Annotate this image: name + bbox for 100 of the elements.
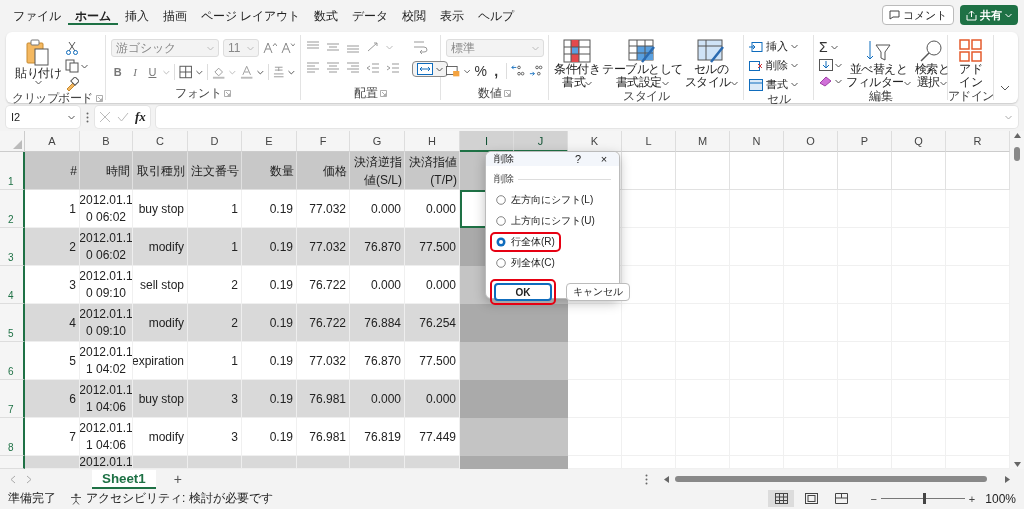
- column-header[interactable]: H: [405, 131, 460, 152]
- zoom-level[interactable]: 100%: [985, 491, 1016, 506]
- share-icon[interactable]: [966, 9, 977, 21]
- format-painter-icon[interactable]: [65, 77, 79, 91]
- column-header[interactable]: R: [946, 131, 1010, 152]
- scroll-down-icon[interactable]: [1013, 462, 1021, 467]
- table-format-button[interactable]: テーブルとして 書式設定: [602, 39, 683, 89]
- formula-input[interactable]: [155, 106, 1018, 128]
- accounting-icon[interactable]: [446, 64, 461, 78]
- menu-tab[interactable]: 校閲: [395, 5, 434, 25]
- autosum-button[interactable]: Σ: [819, 39, 842, 55]
- menu-tab[interactable]: 表示: [433, 5, 472, 25]
- sheet-tab[interactable]: Sheet1: [92, 469, 156, 489]
- add-ins-icon[interactable]: [958, 39, 983, 63]
- column-header[interactable]: N: [730, 131, 784, 152]
- column-header[interactable]: Q: [892, 131, 946, 152]
- scroll-up-icon[interactable]: [1013, 133, 1021, 138]
- row-header[interactable]: 3: [0, 228, 25, 266]
- collapse-ribbon-icon[interactable]: [1000, 85, 1010, 91]
- dialog-launcher-icon[interactable]: [224, 89, 231, 97]
- scissors-icon[interactable]: [65, 41, 79, 55]
- copy-icon[interactable]: [65, 59, 79, 73]
- fill-color-icon[interactable]: [211, 65, 226, 79]
- clipboard-icon[interactable]: [26, 39, 50, 67]
- column-header[interactable]: M: [676, 131, 730, 152]
- help-button[interactable]: ?: [567, 153, 589, 165]
- menu-tab[interactable]: ページ レイアウト: [194, 5, 308, 25]
- cell-style-button[interactable]: セルの スタイル: [684, 39, 738, 89]
- menu-tab[interactable]: ファイル: [6, 5, 68, 25]
- paste-button[interactable]: 貼り付け: [15, 39, 61, 91]
- row-header[interactable]: 4: [0, 266, 25, 304]
- merge-icon[interactable]: [417, 63, 433, 75]
- table-format-icon[interactable]: [628, 39, 657, 63]
- scroll-left-icon[interactable]: [664, 475, 669, 483]
- sort-filter-button[interactable]: 並べ替えと フィルター: [846, 39, 911, 89]
- menu-tab[interactable]: 数式: [307, 5, 346, 25]
- menu-tab[interactable]: ホーム: [68, 5, 118, 25]
- normal-view-button[interactable]: [768, 490, 795, 507]
- accessibility-status[interactable]: アクセシビリティ: 検討が必要です: [86, 490, 273, 507]
- speech-bubble-icon[interactable]: [889, 10, 900, 20]
- menu-tab[interactable]: 挿入: [118, 5, 156, 25]
- format-cells-button[interactable]: 書式: [749, 77, 808, 92]
- row-header[interactable]: 8: [0, 418, 25, 456]
- dialog-button[interactable]: キャンセル: [566, 283, 630, 301]
- cell-style-icon[interactable]: [697, 39, 725, 63]
- row-header[interactable]: 6: [0, 342, 25, 380]
- zoom-out-button[interactable]: −: [870, 492, 877, 505]
- percent-button[interactable]: %: [474, 63, 487, 79]
- find-select-button[interactable]: 検索と 選択: [914, 39, 949, 89]
- radio-option[interactable]: 列全体(C): [490, 253, 561, 273]
- decrease-decimal-icon[interactable]: [528, 64, 543, 78]
- borders-icon[interactable]: [178, 65, 193, 79]
- insert-function-button[interactable]: fx: [135, 109, 146, 125]
- row-header[interactable]: 5: [0, 304, 25, 342]
- conditional-format-button[interactable]: 条件付き 書式: [554, 39, 600, 89]
- add-sheet-button[interactable]: +: [173, 471, 182, 487]
- wrap-text-icon[interactable]: [412, 39, 428, 55]
- font-color-icon[interactable]: [239, 65, 254, 79]
- search-icon[interactable]: [918, 39, 945, 63]
- radio-option[interactable]: 上方向にシフト(U): [490, 211, 601, 231]
- column-header[interactable]: A: [25, 131, 80, 152]
- column-header[interactable]: G: [350, 131, 405, 152]
- name-box[interactable]: I2: [6, 106, 80, 128]
- column-header[interactable]: L: [622, 131, 676, 152]
- close-button[interactable]: ×: [593, 153, 615, 165]
- column-header[interactable]: J: [514, 131, 568, 152]
- menu-tab[interactable]: データ: [345, 5, 396, 25]
- sort-filter-icon[interactable]: [865, 39, 892, 63]
- menu-tab[interactable]: ヘルプ: [471, 5, 522, 25]
- shrink-font-icon[interactable]: [281, 42, 295, 54]
- page-break-icon[interactable]: [834, 493, 848, 504]
- scroll-right-icon[interactable]: [1005, 475, 1010, 483]
- column-header[interactable]: B: [80, 131, 133, 152]
- more-icon[interactable]: [86, 111, 89, 123]
- accessibility-icon[interactable]: [70, 492, 82, 505]
- phonetic-icon[interactable]: [272, 65, 285, 79]
- radio-icon[interactable]: [496, 195, 506, 205]
- increase-decimal-icon[interactable]: [510, 64, 525, 78]
- share-button[interactable]: 共有: [960, 5, 1018, 25]
- underline-button[interactable]: U: [145, 66, 160, 78]
- column-header[interactable]: C: [133, 131, 188, 152]
- radio-icon[interactable]: [496, 237, 506, 247]
- menu-tab[interactable]: 描画: [156, 5, 194, 25]
- eraser-icon[interactable]: [819, 75, 833, 87]
- comma-button[interactable]: ,: [490, 63, 502, 79]
- conditional-format-icon[interactable]: [563, 39, 591, 63]
- row-header[interactable]: 7: [0, 380, 25, 418]
- comment-button[interactable]: コメント: [882, 5, 954, 25]
- grid-icon[interactable]: [774, 493, 788, 504]
- scroll-thumb[interactable]: [1014, 147, 1020, 161]
- radio-icon[interactable]: [496, 216, 506, 226]
- page-icon[interactable]: [804, 493, 818, 504]
- grow-font-icon[interactable]: [263, 42, 277, 54]
- column-header[interactable]: F: [297, 131, 350, 152]
- orientation-icon[interactable]: [366, 41, 380, 53]
- radio-option[interactable]: 行全体(R): [490, 232, 561, 252]
- column-header[interactable]: I: [460, 131, 514, 152]
- merge-button[interactable]: [412, 61, 448, 77]
- insert-cells-button[interactable]: 挿入: [749, 39, 808, 54]
- column-header[interactable]: K: [568, 131, 622, 152]
